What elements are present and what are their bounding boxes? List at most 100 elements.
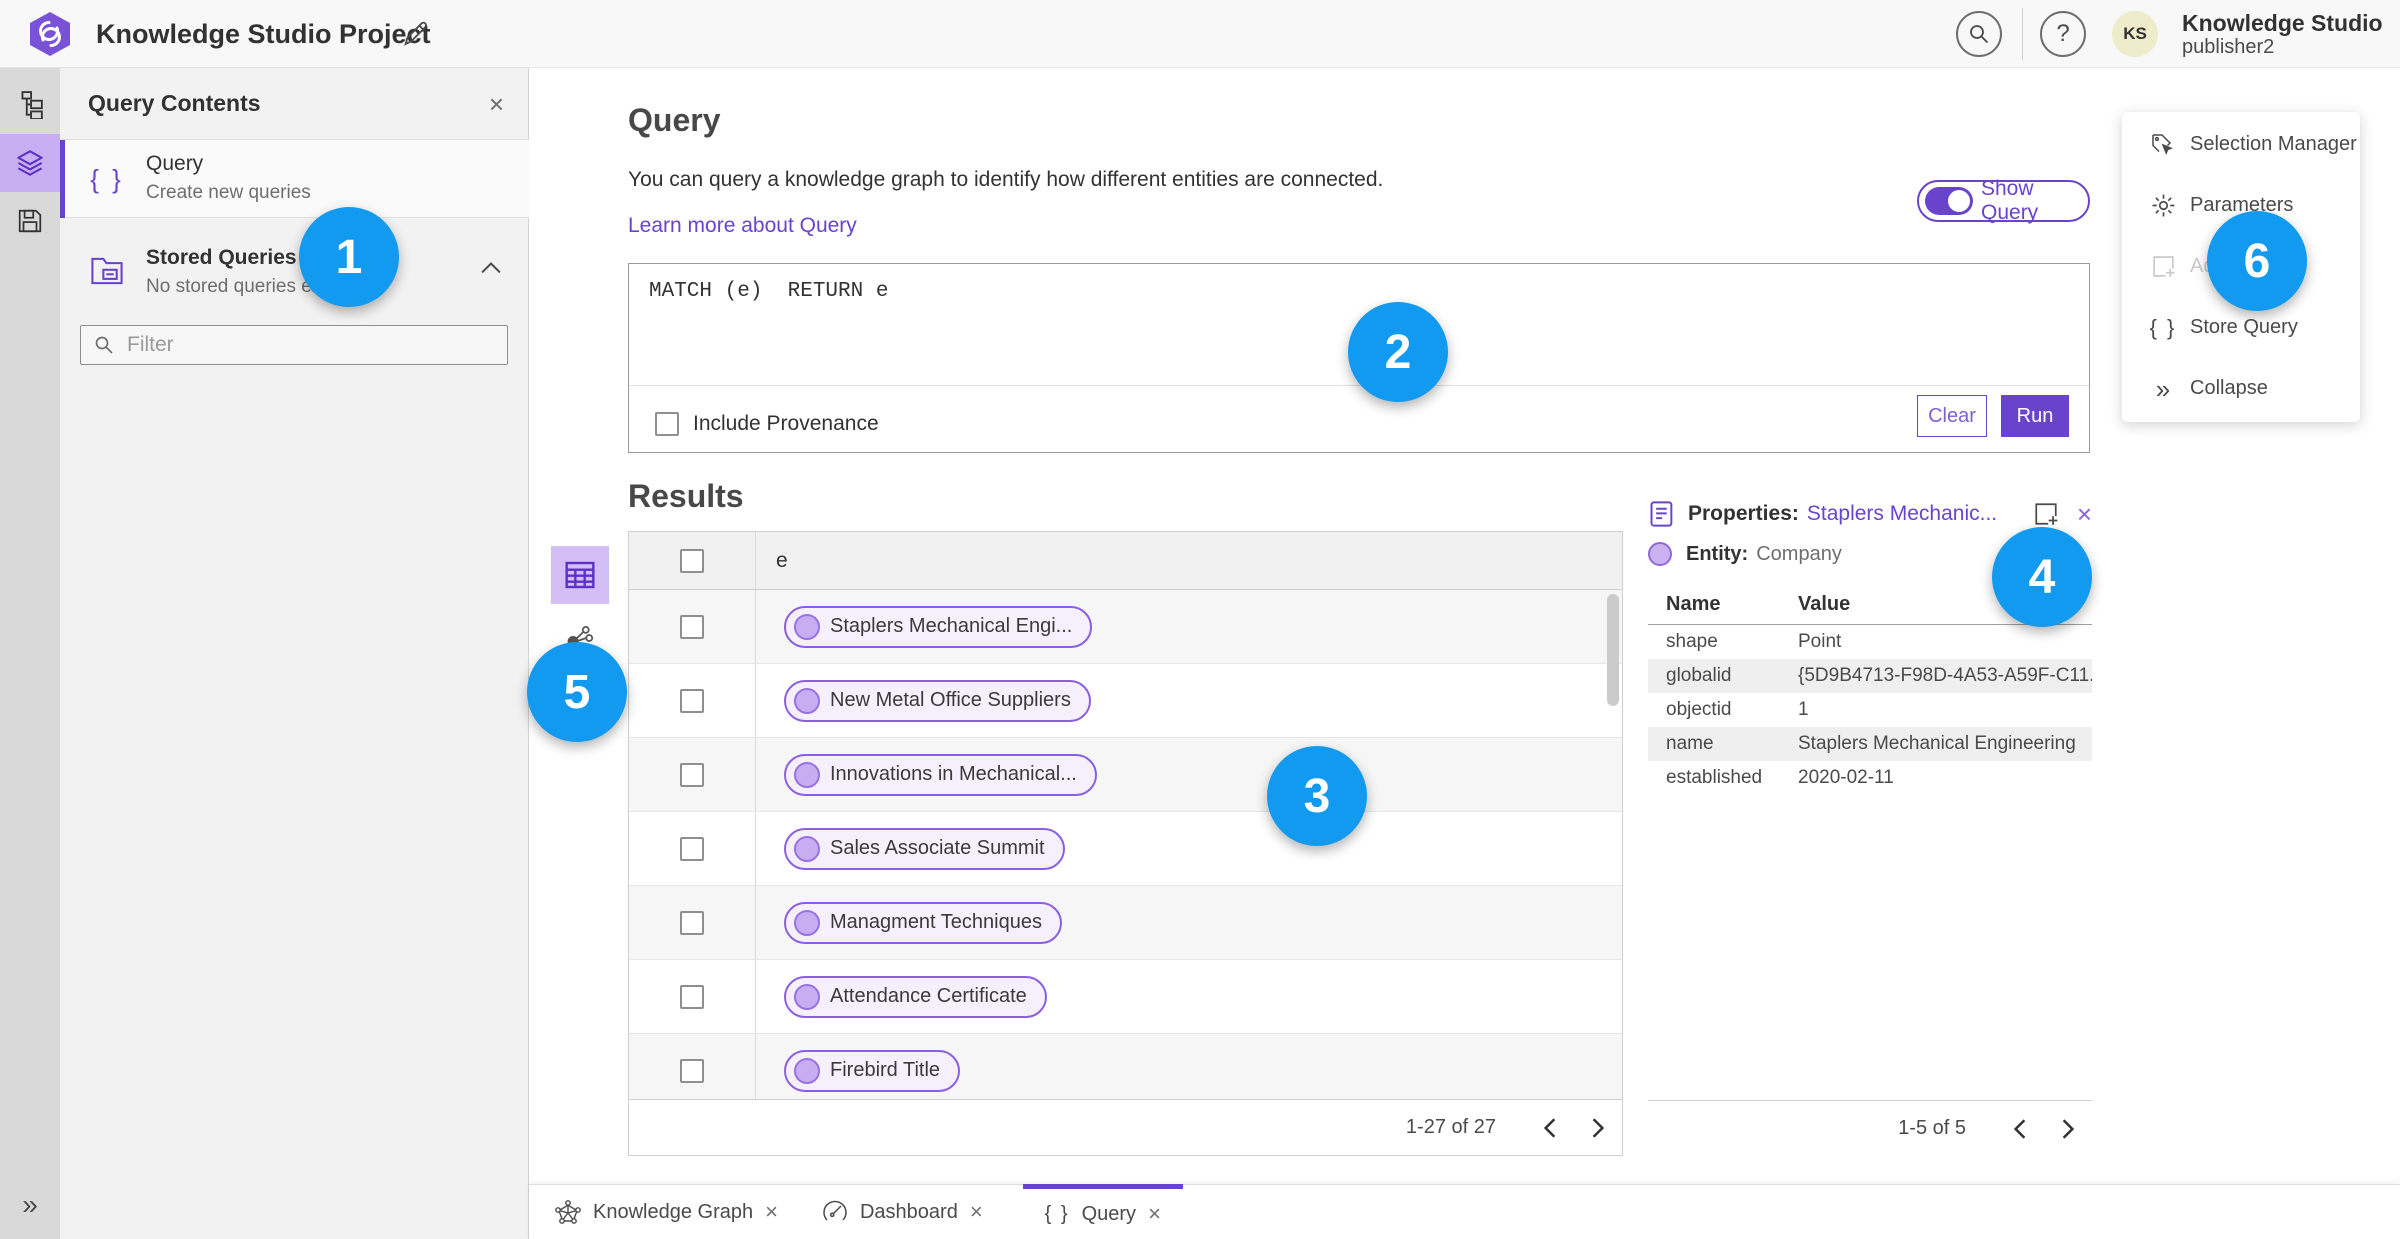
close-panel-icon[interactable]: ×: [489, 91, 504, 117]
menu-item-collapse[interactable]: » Collapse: [2122, 358, 2360, 419]
annotation-callout-5: 5: [527, 642, 627, 742]
filter-input[interactable]: [127, 333, 467, 357]
braces-icon: { }: [90, 163, 124, 194]
table-view-button[interactable]: [551, 546, 609, 604]
selected-accent-bar: [60, 140, 65, 218]
entity-label: Entity:: [1686, 542, 1749, 565]
selection-manager-icon: [2148, 132, 2178, 158]
save-button[interactable]: [0, 192, 60, 250]
properties-entity-link[interactable]: Staplers Mechanic...: [1807, 502, 1997, 526]
edit-title-icon[interactable]: [400, 19, 430, 49]
results-table: e Staplers Mechanical Engi... New Metal …: [628, 531, 1623, 1156]
properties-pagination: 1-5 of 5: [1648, 1100, 2092, 1156]
row-checkbox[interactable]: [680, 688, 704, 713]
include-provenance-label: Include Provenance: [693, 412, 879, 435]
folder-icon: [86, 250, 128, 292]
learn-more-link[interactable]: Learn more about Query: [628, 214, 857, 238]
results-page-range: 1-27 of 27: [1405, 1116, 1496, 1138]
clear-button[interactable]: Clear: [1917, 395, 1987, 437]
panel-title: Query Contents: [88, 90, 261, 116]
annotation-callout-6: 6: [2207, 211, 2307, 311]
user-block[interactable]: Knowledge Studio publisher2: [2182, 10, 2383, 59]
help-icon[interactable]: ?: [2040, 11, 2086, 57]
table-row[interactable]: New Metal Office Suppliers: [629, 664, 1622, 738]
layers-view-button[interactable]: [0, 134, 60, 192]
table-row[interactable]: Managment Techniques: [629, 886, 1622, 960]
property-row: established 2020-02-11: [1666, 767, 1894, 788]
tab-dashboard[interactable]: Dashboard ×: [800, 1185, 1005, 1239]
results-scrollbar[interactable]: [1607, 594, 1619, 706]
annotation-callout-4: 4: [1992, 527, 2092, 627]
gear-icon: [2148, 193, 2178, 218]
entity-dot-icon: [794, 909, 820, 936]
close-tab-icon[interactable]: ×: [765, 1201, 778, 1223]
toggle-knob: [1948, 190, 1970, 212]
row-checkbox[interactable]: [680, 1058, 704, 1083]
include-provenance-checkbox[interactable]: [655, 412, 679, 436]
collapse-icon: »: [2155, 373, 2171, 404]
panel-item-query[interactable]: { } Query Create new queries: [60, 140, 529, 218]
query-contents-panel: Query Contents × { } Query Create new qu…: [60, 68, 529, 1239]
entity-chip[interactable]: Staplers Mechanical Engi...: [784, 605, 1093, 648]
property-row: name Staplers Mechanical Engineering: [1648, 727, 2092, 761]
entity-dot-icon: [794, 613, 820, 640]
filter-field[interactable]: [80, 325, 508, 365]
bottom-tab-bar: Knowledge Graph × Dashboard × { } Query …: [529, 1184, 2400, 1239]
row-checkbox[interactable]: [680, 762, 704, 787]
entity-chip[interactable]: Firebird Title: [784, 1049, 961, 1092]
entity-chip[interactable]: Innovations in Mechanical...: [784, 753, 1097, 796]
query-heading: Query: [628, 102, 721, 138]
toggle-track[interactable]: [1925, 187, 1973, 215]
search-icon: [93, 334, 115, 356]
row-checkbox[interactable]: [680, 984, 704, 1009]
close-tab-icon[interactable]: ×: [970, 1201, 983, 1223]
include-provenance-row: Include Provenance: [655, 412, 879, 436]
entity-chip[interactable]: New Metal Office Suppliers: [784, 679, 1091, 722]
results-pagination: 1-27 of 27: [629, 1099, 1622, 1155]
entity-chip[interactable]: Attendance Certificate: [784, 975, 1047, 1018]
menu-item-selection-manager[interactable]: Selection Manager: [2122, 114, 2360, 175]
knowledge-studio-app: Knowledge Studio Project ? KS Knowledge …: [0, 0, 2400, 1239]
close-tab-icon[interactable]: ×: [1148, 1203, 1161, 1225]
previous-page-icon[interactable]: [1996, 1109, 2044, 1149]
previous-page-icon[interactable]: [1526, 1108, 1574, 1148]
search-icon[interactable]: [1956, 11, 2002, 57]
avatar[interactable]: KS: [2112, 11, 2158, 57]
table-row[interactable]: Sales Associate Summit: [629, 812, 1622, 886]
tab-query[interactable]: { } Query ×: [1022, 1184, 1183, 1239]
expand-rail-icon[interactable]: »: [0, 1189, 60, 1221]
next-page-icon[interactable]: [2044, 1109, 2092, 1149]
select-all-checkbox[interactable]: [680, 548, 704, 573]
show-query-toggle[interactable]: Show Query: [1917, 177, 2090, 224]
add-to-new-icon[interactable]: [2033, 501, 2059, 527]
hierarchy-view-button[interactable]: [0, 76, 60, 134]
add-box-icon: [2148, 254, 2178, 279]
app-logo-icon[interactable]: [28, 11, 72, 57]
row-checkbox[interactable]: [680, 910, 704, 935]
row-checkbox[interactable]: [680, 614, 704, 639]
table-row[interactable]: Firebird Title: [629, 1034, 1622, 1099]
entity-chip[interactable]: Managment Techniques: [784, 901, 1062, 944]
braces-icon: { }: [1044, 1202, 1070, 1225]
table-row[interactable]: Staplers Mechanical Engi...: [629, 590, 1622, 664]
panel-item-title: Query: [146, 152, 204, 175]
entity-value: Company: [1756, 542, 1842, 565]
entity-chip[interactable]: Sales Associate Summit: [784, 827, 1065, 870]
column-header-e: e: [776, 548, 788, 572]
annotation-callout-2: 2: [1348, 302, 1448, 402]
chevron-up-icon[interactable]: [481, 262, 501, 274]
table-row[interactable]: Attendance Certificate: [629, 960, 1622, 1034]
properties-header: Properties: Staplers Mechanic... ×: [1648, 497, 2092, 531]
entity-dot-icon: [794, 1057, 820, 1084]
close-properties-icon[interactable]: ×: [2077, 501, 2092, 527]
top-bar: Knowledge Studio Project ? KS Knowledge …: [0, 0, 2400, 68]
row-checkbox[interactable]: [680, 836, 704, 861]
tab-knowledge-graph[interactable]: Knowledge Graph ×: [533, 1185, 800, 1239]
panel-item-stored-queries[interactable]: Stored Queries No stored queries exist: [60, 230, 529, 314]
annotation-callout-1: 1: [299, 207, 399, 307]
run-button[interactable]: Run: [2001, 395, 2069, 437]
next-page-icon[interactable]: [1574, 1108, 1622, 1148]
dashboard-icon: [822, 1199, 848, 1225]
table-row[interactable]: Innovations in Mechanical...: [629, 738, 1622, 812]
property-row: globalid {5D9B4713-F98D-4A53-A59F-C11...: [1648, 659, 2092, 693]
